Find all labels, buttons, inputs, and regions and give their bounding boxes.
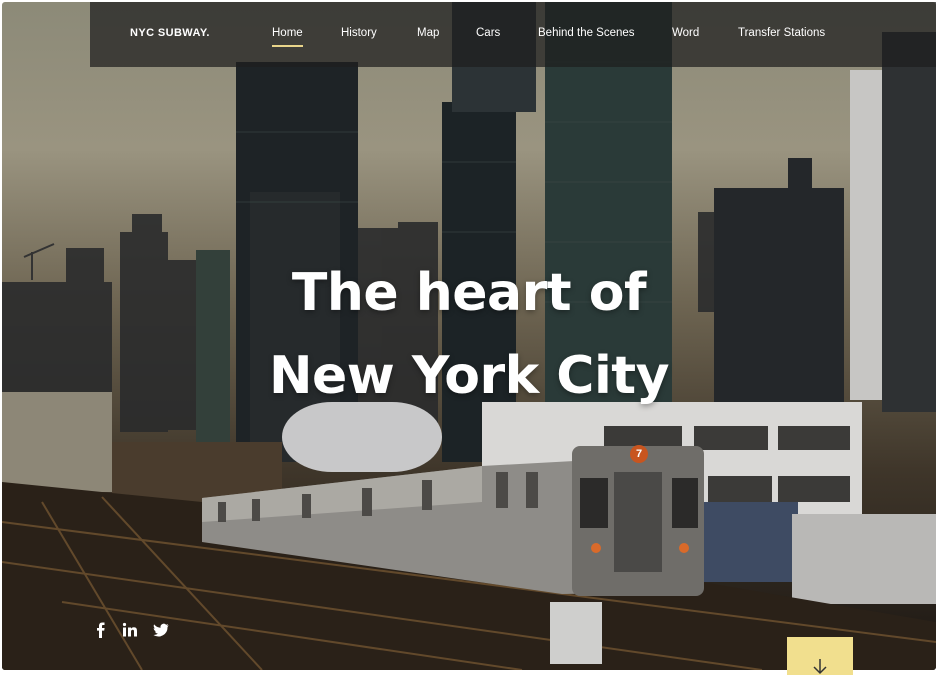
nav-item-home[interactable]: Home [272,27,303,47]
nav-item-cars[interactable]: Cars [476,27,500,39]
top-navigation-bar: NYC SUBWAY. Home History Map Cars Behind… [90,2,936,67]
linkedin-icon[interactable] [122,622,138,638]
facebook-icon[interactable] [93,622,109,638]
brand-logo[interactable]: NYC SUBWAY. [130,27,210,39]
arrow-down-icon [813,659,827,675]
hero-headline-line-2: New York City [268,346,670,406]
twitter-icon[interactable] [153,622,169,638]
train-route-badge: 7 [630,445,648,463]
hero-headline-line-1: The heart of [291,263,647,323]
nav-item-transfer-stations[interactable]: Transfer Stations [738,27,825,39]
nav-item-behind-the-scenes[interactable]: Behind the Scenes [538,27,635,39]
nav-item-word[interactable]: Word [672,27,699,39]
scroll-down-button[interactable] [787,637,853,675]
nav-item-map[interactable]: Map [417,27,439,39]
city-skyline-photo [2,2,936,670]
hero-banner: 7 The heart of New York City [2,2,936,670]
nav-item-history[interactable]: History [341,27,377,39]
